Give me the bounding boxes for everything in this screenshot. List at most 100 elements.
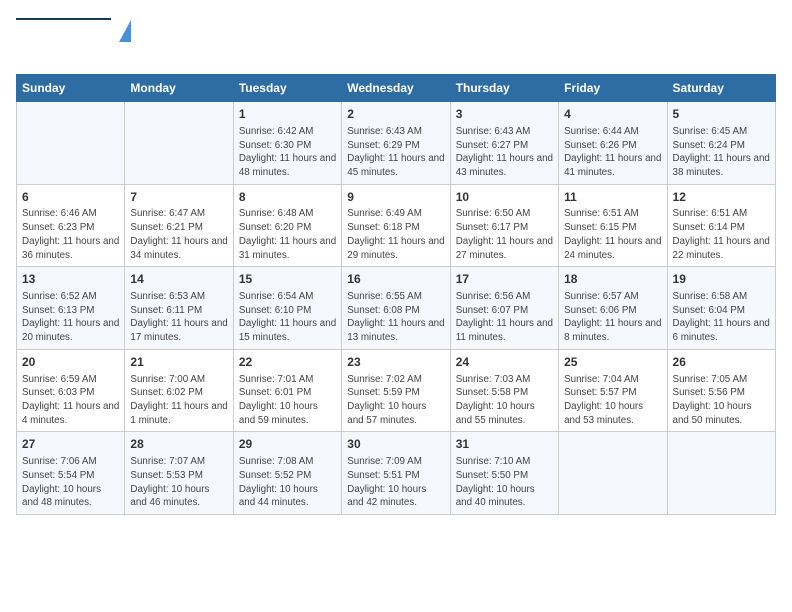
day-number: 28 bbox=[130, 436, 227, 453]
day-number: 3 bbox=[456, 106, 553, 123]
day-info: Sunrise: 6:49 AM Sunset: 6:18 PM Dayligh… bbox=[347, 207, 444, 262]
day-number: 16 bbox=[347, 271, 444, 288]
day-cell: 13Sunrise: 6:52 AM Sunset: 6:13 PM Dayli… bbox=[17, 267, 125, 350]
day-number: 25 bbox=[564, 354, 661, 371]
day-number: 22 bbox=[239, 354, 336, 371]
logo-underline bbox=[16, 18, 111, 20]
week-row-5: 27Sunrise: 7:06 AM Sunset: 5:54 PM Dayli… bbox=[17, 432, 776, 515]
day-cell: 23 Sunrise: 7:02 AM Sunset: 5:59 PM Dayli… bbox=[342, 349, 450, 432]
day-number: 8 bbox=[239, 189, 336, 206]
day-cell: 11Sunrise: 6:51 AM Sunset: 6:15 PM Dayli… bbox=[559, 184, 667, 267]
day-info: Sunrise: 6:42 AM Sunset: 6:30 PM Dayligh… bbox=[239, 125, 336, 180]
day-info: Sunrise: 6:55 AM Sunset: 6:08 PM Dayligh… bbox=[347, 290, 444, 345]
day-cell: 21 Sunrise: 7:00 AM Sunset: 6:02 PM Dayli… bbox=[125, 349, 233, 432]
day-cell: 17Sunrise: 6:56 AM Sunset: 6:07 PM Dayli… bbox=[450, 267, 558, 350]
week-row-4: 20 Sunrise: 6:59 AM Sunset: 6:03 PM Dayli… bbox=[17, 349, 776, 432]
day-cell: 24 Sunrise: 7:03 AM Sunset: 5:58 PM Dayli… bbox=[450, 349, 558, 432]
day-info: Sunrise: 6:57 AM Sunset: 6:06 PM Dayligh… bbox=[564, 290, 661, 345]
day-info: Sunrise: 6:43 AM Sunset: 6:29 PM Dayligh… bbox=[347, 125, 444, 180]
day-number: 20 bbox=[22, 354, 119, 371]
calendar-table: SundayMondayTuesdayWednesdayThursdayFrid… bbox=[16, 74, 776, 515]
day-info: Sunrise: 6:53 AM Sunset: 6:11 PM Dayligh… bbox=[130, 290, 227, 345]
header-cell-sunday: Sunday bbox=[17, 75, 125, 102]
day-number: 23 bbox=[347, 354, 444, 371]
day-info: Sunrise: 6:48 AM Sunset: 6:20 PM Dayligh… bbox=[239, 207, 336, 262]
day-info: Sunrise: 6:45 AM Sunset: 6:24 PM Dayligh… bbox=[673, 125, 770, 180]
logo bbox=[16, 16, 131, 64]
header-cell-tuesday: Tuesday bbox=[233, 75, 341, 102]
day-number: 1 bbox=[239, 106, 336, 123]
day-cell: 22 Sunrise: 7:01 AM Sunset: 6:01 PM Dayli… bbox=[233, 349, 341, 432]
week-row-3: 13Sunrise: 6:52 AM Sunset: 6:13 PM Dayli… bbox=[17, 267, 776, 350]
day-cell: 9Sunrise: 6:49 AM Sunset: 6:18 PM Daylig… bbox=[342, 184, 450, 267]
day-info: Sunrise: 6:54 AM Sunset: 6:10 PM Dayligh… bbox=[239, 290, 336, 345]
day-info: Sunrise: 7:03 AM Sunset: 5:58 PM Dayligh… bbox=[456, 373, 553, 428]
day-info: Sunrise: 7:01 AM Sunset: 6:01 PM Dayligh… bbox=[239, 373, 336, 428]
day-cell: 6Sunrise: 6:46 AM Sunset: 6:23 PM Daylig… bbox=[17, 184, 125, 267]
page-header bbox=[16, 16, 776, 64]
day-cell: 1 Sunrise: 6:42 AM Sunset: 6:30 PM Daylig… bbox=[233, 102, 341, 185]
day-cell: 26 Sunrise: 7:05 AM Sunset: 5:56 PM Dayli… bbox=[667, 349, 775, 432]
header-row: SundayMondayTuesdayWednesdayThursdayFrid… bbox=[17, 75, 776, 102]
day-number: 19 bbox=[673, 271, 770, 288]
day-info: Sunrise: 6:51 AM Sunset: 6:15 PM Dayligh… bbox=[564, 207, 661, 262]
day-number: 26 bbox=[673, 354, 770, 371]
header-cell-thursday: Thursday bbox=[450, 75, 558, 102]
day-cell bbox=[125, 102, 233, 185]
day-cell: 8Sunrise: 6:48 AM Sunset: 6:20 PM Daylig… bbox=[233, 184, 341, 267]
day-number: 10 bbox=[456, 189, 553, 206]
day-info: Sunrise: 6:58 AM Sunset: 6:04 PM Dayligh… bbox=[673, 290, 770, 345]
day-number: 24 bbox=[456, 354, 553, 371]
day-cell: 25Sunrise: 7:04 AM Sunset: 5:57 PM Dayli… bbox=[559, 349, 667, 432]
day-number: 18 bbox=[564, 271, 661, 288]
day-number: 30 bbox=[347, 436, 444, 453]
day-cell: 29Sunrise: 7:08 AM Sunset: 5:52 PM Dayli… bbox=[233, 432, 341, 515]
header-cell-monday: Monday bbox=[125, 75, 233, 102]
day-number: 11 bbox=[564, 189, 661, 206]
logo-arrow-icon bbox=[119, 20, 131, 42]
day-info: Sunrise: 6:52 AM Sunset: 6:13 PM Dayligh… bbox=[22, 290, 119, 345]
day-number: 2 bbox=[347, 106, 444, 123]
day-info: Sunrise: 6:50 AM Sunset: 6:17 PM Dayligh… bbox=[456, 207, 553, 262]
day-number: 17 bbox=[456, 271, 553, 288]
day-info: Sunrise: 7:02 AM Sunset: 5:59 PM Dayligh… bbox=[347, 373, 444, 428]
day-info: Sunrise: 7:07 AM Sunset: 5:53 PM Dayligh… bbox=[130, 455, 227, 510]
day-cell: 19 Sunrise: 6:58 AM Sunset: 6:04 PM Dayli… bbox=[667, 267, 775, 350]
day-cell bbox=[17, 102, 125, 185]
day-number: 12 bbox=[673, 189, 770, 206]
header-cell-saturday: Saturday bbox=[667, 75, 775, 102]
day-cell bbox=[559, 432, 667, 515]
day-cell: 4Sunrise: 6:44 AM Sunset: 6:26 PM Daylig… bbox=[559, 102, 667, 185]
day-info: Sunrise: 7:05 AM Sunset: 5:56 PM Dayligh… bbox=[673, 373, 770, 428]
day-cell: 15 Sunrise: 6:54 AM Sunset: 6:10 PM Dayli… bbox=[233, 267, 341, 350]
day-cell: 30 Sunrise: 7:09 AM Sunset: 5:51 PM Dayli… bbox=[342, 432, 450, 515]
header-cell-friday: Friday bbox=[559, 75, 667, 102]
day-cell: 31 Sunrise: 7:10 AM Sunset: 5:50 PM Dayli… bbox=[450, 432, 558, 515]
day-cell: 2 Sunrise: 6:43 AM Sunset: 6:29 PM Daylig… bbox=[342, 102, 450, 185]
day-cell: 27Sunrise: 7:06 AM Sunset: 5:54 PM Dayli… bbox=[17, 432, 125, 515]
day-number: 7 bbox=[130, 189, 227, 206]
day-number: 5 bbox=[673, 106, 770, 123]
week-row-1: 1 Sunrise: 6:42 AM Sunset: 6:30 PM Daylig… bbox=[17, 102, 776, 185]
day-cell: 7Sunrise: 6:47 AM Sunset: 6:21 PM Daylig… bbox=[125, 184, 233, 267]
day-cell: 14Sunrise: 6:53 AM Sunset: 6:11 PM Dayli… bbox=[125, 267, 233, 350]
day-info: Sunrise: 6:47 AM Sunset: 6:21 PM Dayligh… bbox=[130, 207, 227, 262]
day-cell bbox=[667, 432, 775, 515]
day-cell: 5 Sunrise: 6:45 AM Sunset: 6:24 PM Daylig… bbox=[667, 102, 775, 185]
day-info: Sunrise: 6:46 AM Sunset: 6:23 PM Dayligh… bbox=[22, 207, 119, 262]
day-info: Sunrise: 7:00 AM Sunset: 6:02 PM Dayligh… bbox=[130, 373, 227, 428]
day-number: 4 bbox=[564, 106, 661, 123]
day-cell: 20 Sunrise: 6:59 AM Sunset: 6:03 PM Dayli… bbox=[17, 349, 125, 432]
day-number: 15 bbox=[239, 271, 336, 288]
day-info: Sunrise: 6:59 AM Sunset: 6:03 PM Dayligh… bbox=[22, 373, 119, 428]
day-number: 31 bbox=[456, 436, 553, 453]
day-number: 21 bbox=[130, 354, 227, 371]
day-cell: 16 Sunrise: 6:55 AM Sunset: 6:08 PM Dayli… bbox=[342, 267, 450, 350]
day-number: 29 bbox=[239, 436, 336, 453]
day-number: 6 bbox=[22, 189, 119, 206]
day-number: 9 bbox=[347, 189, 444, 206]
day-info: Sunrise: 7:10 AM Sunset: 5:50 PM Dayligh… bbox=[456, 455, 553, 510]
header-cell-wednesday: Wednesday bbox=[342, 75, 450, 102]
day-cell: 12Sunrise: 6:51 AM Sunset: 6:14 PM Dayli… bbox=[667, 184, 775, 267]
day-info: Sunrise: 7:09 AM Sunset: 5:51 PM Dayligh… bbox=[347, 455, 444, 510]
